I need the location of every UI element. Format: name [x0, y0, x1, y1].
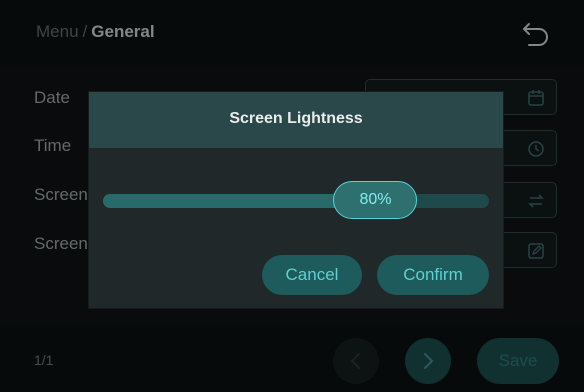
screen-lightness-dialog: Screen Lightness 80% Cancel Confirm: [89, 92, 503, 308]
lightness-slider-thumb[interactable]: 80%: [333, 181, 418, 219]
confirm-button[interactable]: Confirm: [377, 255, 489, 295]
device-screen: Menu/General Date 2024-03-31 Time Screen…: [0, 0, 584, 392]
dialog-title: Screen Lightness: [229, 110, 363, 127]
lightness-slider-track[interactable]: [103, 194, 489, 208]
dialog-title-bar: Screen Lightness: [89, 92, 503, 148]
cancel-button[interactable]: Cancel: [262, 255, 362, 295]
